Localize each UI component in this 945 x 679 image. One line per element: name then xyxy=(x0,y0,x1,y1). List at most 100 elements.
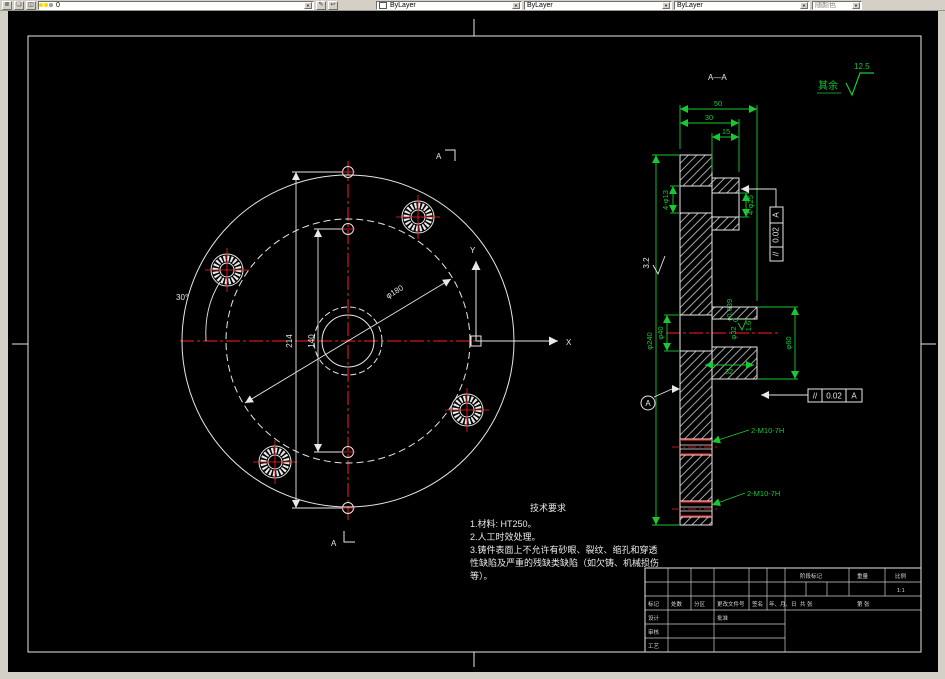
tb-stage: 阶段标记 xyxy=(800,572,823,580)
drawing-svg: 214 140 φ180 30° A A Y X A—A 50 30 15 φ2… xyxy=(12,19,936,667)
title-block: 标记 处数 分区 更改文件号 签名 年、月、日 设计 审核 工艺 批准 阶段标记… xyxy=(644,567,922,653)
layer-value: 0 xyxy=(56,1,60,9)
lineweight-control[interactable]: ByLayer ▼ xyxy=(674,0,810,10)
general-roughness-prefix: 其余 xyxy=(818,79,838,92)
general-roughness-value: 12.5 xyxy=(854,62,870,71)
tb-scale: 比例 xyxy=(895,572,907,580)
roughness-3-2: 3.2 xyxy=(642,255,666,276)
tech-req-line3: 3.铸件表面上不允许有砂眼、裂纹、缩孔和穿透 xyxy=(470,544,658,555)
roughness-3-2-label: 3.2 xyxy=(642,257,651,269)
dim-4xd13-label: 4-φ13 xyxy=(661,190,670,210)
sheet-frame xyxy=(12,19,936,667)
plotstyle-dropdown-arrow-icon[interactable]: ▼ xyxy=(852,1,860,9)
dim-d32-tol-sub: 0 xyxy=(731,318,740,322)
layer-control[interactable]: 0 ▼ xyxy=(38,0,314,10)
dim-4xd25-label: 4-φ25 xyxy=(746,195,755,215)
counterbore-holes xyxy=(205,195,489,484)
linetype-control[interactable]: ByLayer ▼ xyxy=(524,0,672,10)
section-title: A—A xyxy=(708,73,727,82)
fcf-parallel: // 0.02 A xyxy=(761,388,863,403)
layer-previous-icon[interactable]: ↩ xyxy=(328,0,338,10)
section-mark-top-icon xyxy=(445,149,456,161)
thread-label-2: 2-M10-7H xyxy=(747,489,780,498)
make-object-layer-current-icon[interactable]: ✎ xyxy=(316,0,326,10)
fcf-parallel-symbol: // xyxy=(813,392,818,401)
tb-scale-value: 1:1 xyxy=(897,588,905,594)
dim-15-label: 15 xyxy=(722,127,730,136)
dim-214-label: 214 xyxy=(285,334,294,348)
tb-r4: 批准 xyxy=(717,614,729,622)
layers-icon[interactable]: ❏ xyxy=(14,0,24,10)
dim-d180-label: φ180 xyxy=(384,283,405,301)
fcf-parallel-value: 0.02 xyxy=(826,392,842,401)
tb-h3: 分区 xyxy=(694,600,706,608)
dim-d40-label: φ40 xyxy=(656,326,665,339)
tech-req-title: 技术要求 xyxy=(530,502,566,513)
section-mark-top-label: A xyxy=(436,152,442,161)
dim-d32: φ32 +0.039 0 xyxy=(725,299,740,340)
tb-h2: 处数 xyxy=(671,600,683,608)
lineweight-dropdown-arrow-icon[interactable]: ▼ xyxy=(800,1,808,9)
tech-req-line5: 等）。 xyxy=(470,570,493,581)
tb-sheet-no: 第 张 xyxy=(857,600,870,608)
dim-32-label: 32 xyxy=(725,367,733,376)
datum-a-label: A xyxy=(645,399,651,408)
tb-weight: 重量 xyxy=(857,572,869,580)
layer-properties-icon[interactable]: ≣ xyxy=(2,0,12,10)
lineweight-value: ByLayer xyxy=(677,1,703,9)
cad-window: ≣ ❏ ◫ 0 ▼ ✎ ↩ ByLayer ▼ ByLayer ▼ ByLaye… xyxy=(0,0,945,679)
axis-x-label: X xyxy=(566,338,572,347)
layer-lock-icon xyxy=(49,3,53,7)
datum-a: A xyxy=(640,385,680,411)
layers-properties-toolbar: ≣ ❏ ◫ 0 ▼ ✎ ↩ ByLayer ▼ ByLayer ▼ ByLaye… xyxy=(0,0,945,11)
fcf-vertical-value: 0.02 xyxy=(772,227,781,243)
thread-leader-2 xyxy=(711,492,746,507)
thread-label-1: 2-M10-7H xyxy=(751,426,784,435)
dim-140-label: 140 xyxy=(307,334,316,348)
dim-30-label: 30 xyxy=(705,113,713,122)
tb-sheets-total: 共 张 xyxy=(800,600,813,608)
general-roughness: 其余 12.5 xyxy=(817,62,874,97)
plotstyle-control[interactable]: 随颜色 ▼ xyxy=(812,0,862,10)
dim-50-label: 50 xyxy=(714,99,722,108)
tech-req-line2: 2.人工时效处理。 xyxy=(470,531,541,542)
drawing-canvas[interactable]: 214 140 φ180 30° A A Y X A—A 50 30 15 φ2… xyxy=(8,11,938,672)
fcf-parallel-datum: A xyxy=(851,392,857,401)
datum-triangle-icon xyxy=(672,385,680,393)
color-dropdown-arrow-icon[interactable]: ▼ xyxy=(512,1,520,9)
section-mark-bottom-icon xyxy=(343,531,355,543)
fcf-vertical-symbol: // xyxy=(772,251,781,256)
layer-dropdown-arrow-icon[interactable]: ▼ xyxy=(304,1,312,9)
dim-d240-label: φ240 xyxy=(645,332,654,349)
linetype-value: ByLayer xyxy=(527,1,553,9)
dim-d32-label: φ32 xyxy=(729,326,738,339)
plotstyle-value: 随颜色 xyxy=(815,2,836,9)
section-mark-bottom-label: A xyxy=(331,539,337,548)
dim-30deg-label: 30° xyxy=(176,293,188,302)
tb-h6: 年、月、日 xyxy=(769,600,797,608)
color-value: ByLayer xyxy=(390,1,416,9)
tb-h4: 更改文件号 xyxy=(717,600,745,608)
linetype-dropdown-arrow-icon[interactable]: ▼ xyxy=(662,1,670,9)
roughness-1-6-label: 1.6 xyxy=(744,321,753,331)
layer-on-icon xyxy=(39,3,43,7)
layer-states-icon[interactable]: ◫ xyxy=(26,0,36,10)
tb-r3: 工艺 xyxy=(648,643,660,650)
fcf-vertical-datum: A xyxy=(772,212,781,218)
axis-y-label: Y xyxy=(470,246,476,255)
tech-req-line1: 1.材料: HT250。 xyxy=(470,518,537,529)
color-control[interactable]: ByLayer ▼ xyxy=(376,0,522,10)
technical-requirements: 技术要求 1.材料: HT250。 2.人工时效处理。 3.铸件表面上不允许有砂… xyxy=(470,502,659,581)
dim-4xd13 xyxy=(668,185,680,214)
roughness-1-6: 1.6 xyxy=(737,317,753,331)
ucs-icon: Y X xyxy=(470,246,572,347)
section-view: A—A 50 30 15 φ240 φ40 φ60 32 φ32 +0.039 … xyxy=(640,73,863,526)
dim-d60-label: φ60 xyxy=(784,336,793,349)
layer-thaw-icon xyxy=(44,3,48,7)
color-chip-icon xyxy=(379,1,387,9)
roughness-symbol-icon xyxy=(845,72,874,97)
tb-h5: 签名 xyxy=(752,600,763,608)
tb-h1: 标记 xyxy=(648,600,660,608)
tb-r1: 设计 xyxy=(648,614,660,622)
tb-r2: 审核 xyxy=(648,628,660,636)
